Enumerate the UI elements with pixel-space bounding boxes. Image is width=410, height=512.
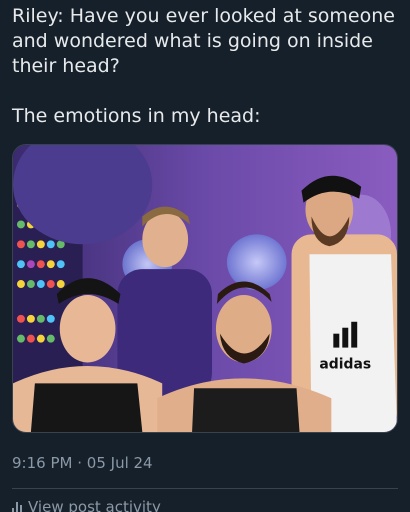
view-post-activity-link[interactable]: View post activity bbox=[12, 498, 161, 512]
shirt-text: adidas bbox=[319, 356, 371, 372]
tweet-line-question: Riley: Have you ever looked at someone a… bbox=[12, 5, 395, 77]
meta-separator: · bbox=[77, 454, 83, 472]
divider bbox=[12, 488, 398, 489]
tweet-timestamp[interactable]: 9:16 PM · 05 Jul 24 bbox=[12, 454, 153, 472]
tweet-image[interactable]: adidas bbox=[12, 144, 398, 433]
tweet-date: 05 Jul 24 bbox=[86, 454, 153, 472]
tweet-time: 9:16 PM bbox=[12, 454, 73, 472]
view-post-activity-label: View post activity bbox=[28, 498, 161, 512]
photo-four-men-emotions-set: adidas bbox=[13, 145, 397, 432]
bar-chart-icon bbox=[12, 501, 22, 512]
tweet-line-emotions: The emotions in my head: bbox=[12, 105, 261, 127]
tweet-text: Riley: Have you ever looked at someone a… bbox=[12, 4, 402, 129]
